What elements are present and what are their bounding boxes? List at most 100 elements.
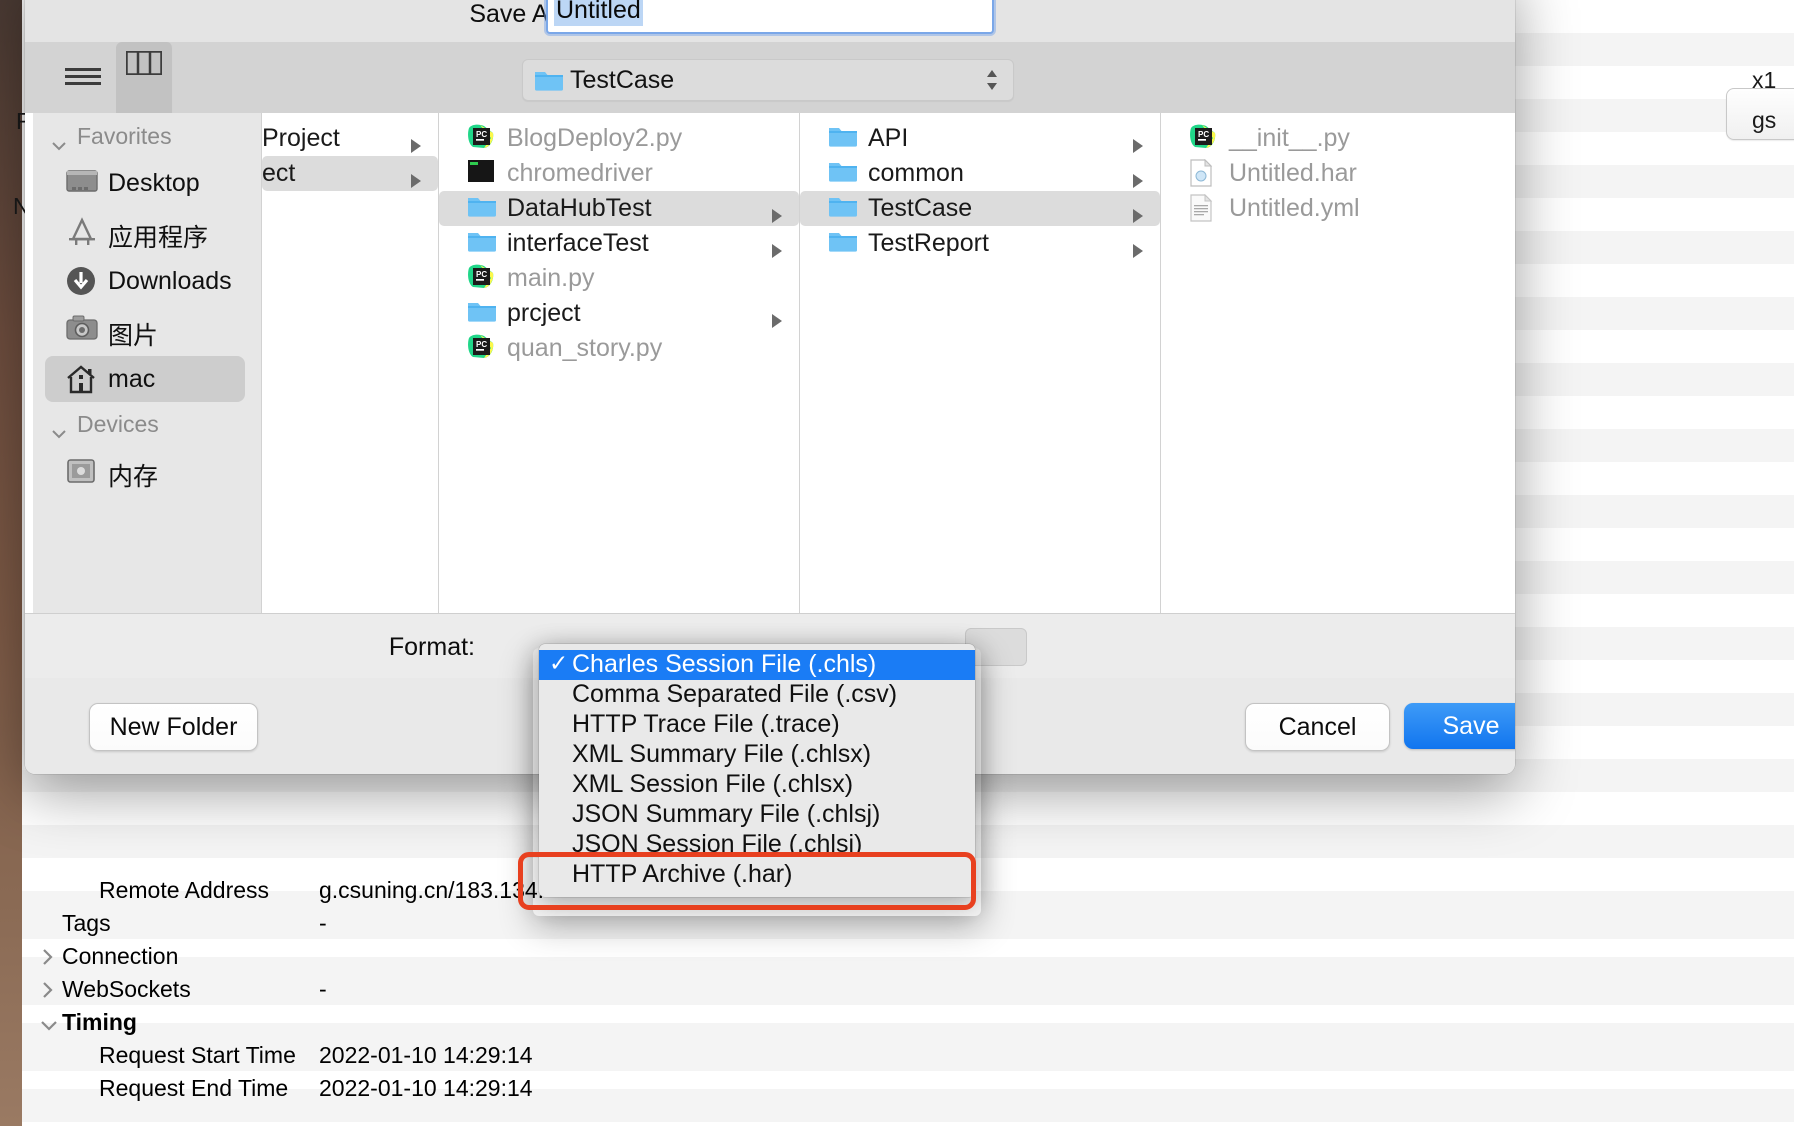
file-row[interactable]: PC __init__.py <box>1161 121 1515 156</box>
sidebar-section-header[interactable]: Devices <box>33 409 261 443</box>
disclosure-arrow-icon <box>1130 237 1146 266</box>
textdoc-icon <box>1189 193 1213 229</box>
sidebar-item-label: Downloads <box>108 267 232 295</box>
file-row[interactable]: PC quan_story.py <box>439 331 799 366</box>
save-button[interactable]: Save <box>1404 703 1515 749</box>
sidebar-item-desktop[interactable]: Desktop <box>45 160 245 206</box>
file-row-label: common <box>868 159 964 187</box>
column-2[interactable]: PC BlogDeploy2.py chromedriver DataHubTe… <box>439 113 800 613</box>
inspector-row[interactable]: Timing <box>22 1005 1794 1038</box>
sidebar-item-downloads[interactable]: Downloads <box>45 258 245 304</box>
inspector-row[interactable]: WebSockets - <box>22 972 1794 1005</box>
file-row[interactable]: TestCase <box>800 191 1160 226</box>
downloads-icon <box>66 266 96 303</box>
inspector-row-value: - <box>319 910 327 936</box>
folder-icon <box>467 229 497 260</box>
format-menu-item[interactable]: XML Session File (.chlsx) <box>539 770 975 800</box>
format-menu-item[interactable]: HTTP Trace File (.trace) <box>539 710 975 740</box>
chevron-updown-icon <box>985 68 999 92</box>
inspector-row-key: Tags <box>62 910 111 936</box>
file-row-label: API <box>868 124 909 152</box>
sidebar-item-label: 内存 <box>108 463 159 491</box>
new-folder-button[interactable]: New Folder <box>89 703 258 751</box>
format-menu-item[interactable]: JSON Summary File (.chlsj) <box>539 800 975 830</box>
filename-input[interactable]: Untitled <box>546 0 994 34</box>
folder-icon <box>534 68 564 97</box>
charles-toolbar-label: gs <box>1752 107 1777 133</box>
desktop-icon <box>66 168 98 203</box>
file-row-label: Untitled.har <box>1229 159 1357 187</box>
format-menu-item-label: XML Session File (.chlsx) <box>572 770 854 798</box>
charles-toolbar-label: x1 <box>1752 67 1777 93</box>
inspector-row-key: Timing <box>62 1009 137 1035</box>
format-menu-item-label: HTTP Trace File (.trace) <box>572 710 840 738</box>
list-view-icon[interactable] <box>55 58 111 98</box>
twisty-right-icon[interactable] <box>40 945 56 965</box>
path-popup-label: TestCase <box>570 66 675 94</box>
sidebar-item-mac[interactable]: mac <box>45 356 245 402</box>
filename-input-value: Untitled <box>554 0 643 26</box>
format-menu-item[interactable]: Comma Separated File (.csv) <box>539 680 975 710</box>
pycharm-icon: PC <box>1189 124 1217 157</box>
save-dialog-toolbar: TestCase <box>25 42 1515 542</box>
inspector-row[interactable]: Request End Time 2022-01-10 14:29:14 <box>22 1071 1794 1104</box>
file-row[interactable]: Project <box>262 121 438 156</box>
svg-text:PC: PC <box>1198 130 1209 139</box>
svg-text:PC: PC <box>476 130 487 139</box>
file-row[interactable]: DataHubTest <box>439 191 799 226</box>
file-row[interactable]: Untitled.har <box>1161 156 1515 191</box>
inspector-row-key: Request Start Time <box>99 1042 296 1068</box>
path-popup-button[interactable]: TestCase <box>522 59 1014 101</box>
sidebar-item-内存[interactable]: 内存 <box>45 448 245 494</box>
folder-icon <box>828 124 858 155</box>
format-menu-item[interactable]: XML Summary File (.chlsx) <box>539 740 975 770</box>
inspector-row[interactable]: Request Start Time 2022-01-10 14:29:14 <box>22 1038 1794 1071</box>
file-row[interactable]: TestReport <box>800 226 1160 261</box>
column-1[interactable]: Project ect <box>262 113 439 613</box>
folder-icon <box>828 194 858 225</box>
sidebar-item-图片[interactable]: 图片 <box>45 307 245 353</box>
file-row[interactable]: ect <box>262 156 438 191</box>
format-menu-item[interactable]: JSON Session File (.chlsj) <box>539 830 975 860</box>
cancel-button[interactable]: Cancel <box>1245 703 1390 751</box>
twisty-down-icon[interactable] <box>40 1011 57 1031</box>
format-menu-item[interactable]: ✓ Charles Session File (.chls) <box>539 650 975 680</box>
column-3[interactable]: API common TestCase TestReport <box>800 113 1161 613</box>
inspector-row[interactable]: Connection <box>22 939 1794 972</box>
save-dialog-titlebar: Save As: Untitled <box>25 0 1515 43</box>
sidebar-section-title: Favorites <box>77 123 172 149</box>
file-row-label: Project <box>262 124 340 152</box>
chevron-down-icon <box>51 419 67 446</box>
sidebar-item-应用程序[interactable]: 应用程序 <box>45 209 245 255</box>
twisty-right-icon[interactable] <box>40 978 56 998</box>
folder-icon <box>828 229 858 260</box>
disclosure-arrow-icon <box>408 167 424 196</box>
file-row[interactable]: interfaceTest <box>439 226 799 261</box>
format-menu-item[interactable]: HTTP Archive (.har) <box>539 860 975 890</box>
inspector-row-key: Request End Time <box>99 1075 289 1101</box>
file-row[interactable]: Untitled.yml <box>1161 191 1515 226</box>
column-4[interactable]: PC __init__.py Untitled.har Untitled.yml <box>1161 113 1515 613</box>
file-row-label: ect <box>262 159 296 187</box>
format-menu-item-label: Charles Session File (.chls) <box>572 650 877 678</box>
file-row[interactable]: PC main.py <box>439 261 799 296</box>
file-browser: Favorites Desktop 应用程序 Downloads 图片 mac … <box>25 113 1515 613</box>
checkmark-icon: ✓ <box>549 650 569 676</box>
file-row[interactable]: API <box>800 121 1160 156</box>
format-menu[interactable]: ✓ Charles Session File (.chls) Comma Separ… <box>539 644 975 897</box>
file-row-label: main.py <box>507 264 595 292</box>
file-row-label: TestReport <box>868 229 989 257</box>
file-row[interactable]: PC BlogDeploy2.py <box>439 121 799 156</box>
file-row[interactable]: chromedriver <box>439 156 799 191</box>
file-row[interactable]: common <box>800 156 1160 191</box>
inspector-row-key: Connection <box>62 943 179 969</box>
format-menu-item-label: XML Summary File (.chlsx) <box>572 740 872 768</box>
svg-text:PC: PC <box>476 340 487 349</box>
chevron-down-icon <box>51 131 67 158</box>
file-row-label: TestCase <box>868 194 973 222</box>
format-menu-item-label: JSON Summary File (.chlsj) <box>572 800 881 828</box>
sidebar-section-title: Devices <box>77 411 159 437</box>
format-menu-item-label: Comma Separated File (.csv) <box>572 680 898 708</box>
sidebar-section-header[interactable]: Favorites <box>33 121 261 155</box>
file-row[interactable]: prcject <box>439 296 799 331</box>
